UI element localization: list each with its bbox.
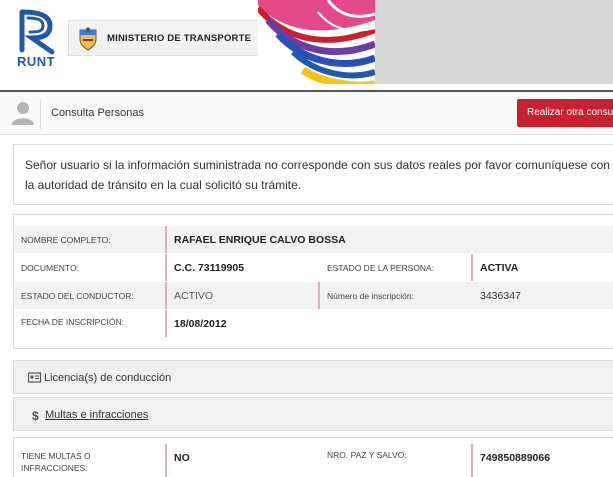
row-nombre: NOMBRE COMPLETO: RAFAEL ENRIQUE CALVO BO…	[15, 226, 613, 253]
section-multas-link[interactable]: Multas e infracciones	[45, 409, 148, 421]
nombre-value: RAFAEL ENRIQUE CALVO BOSSA	[174, 234, 346, 246]
page-title: Consulta Personas	[51, 107, 144, 119]
estado-conductor-value: ACTIVO	[174, 290, 214, 302]
decorative-wave-art	[258, 0, 375, 84]
value-divider	[165, 310, 167, 337]
value-divider	[165, 444, 167, 477]
tiene-multas-value: NO	[174, 452, 190, 464]
person-data-card: NOMBRE COMPLETO: RAFAEL ENRIQUE CALVO BO…	[13, 214, 613, 349]
runt-logo-text: RUNT	[17, 54, 56, 69]
row-fecha: FECHA DE INSCRIPCIÓN: 18/08/2012	[15, 310, 613, 337]
tiene-multas-label-line2: INFRACCIONES:	[21, 463, 88, 473]
value-divider	[165, 282, 167, 309]
tiene-multas-label: TIENE MULTAS O INFRACCIONES:	[21, 450, 91, 474]
id-card-icon	[28, 372, 42, 383]
colombia-shield-icon	[79, 27, 97, 51]
estado-persona-value: ACTIVA	[480, 262, 519, 274]
value-divider	[471, 254, 473, 281]
documento-label: DOCUMENTO:	[21, 263, 79, 273]
section-licencias[interactable]: Licencia(s) de conducción	[13, 360, 613, 394]
toolbar-separator	[40, 99, 41, 129]
value-divider	[318, 282, 320, 309]
paz-salvo-value: 749850889066	[480, 452, 551, 464]
documento-value: C.C. 73119905	[174, 262, 245, 274]
section-multas[interactable]: $ Multas e infracciones	[13, 397, 613, 431]
nombre-label: NOMBRE COMPLETO:	[21, 235, 111, 245]
value-divider	[165, 226, 167, 253]
site-header: RUNT MINISTERIO DE TRANSPORTE	[0, 0, 613, 90]
page-toolbar: Consulta Personas Realizar otra consult	[0, 92, 613, 135]
value-divider	[471, 444, 473, 477]
numero-inscripcion-label: Número de inscripción:	[327, 291, 414, 301]
tiene-multas-label-line1: TIENE MULTAS O	[21, 451, 91, 461]
header-background-panel	[375, 0, 613, 84]
dollar-icon: $	[32, 409, 39, 421]
section-licencias-label: Licencia(s) de conducción	[44, 372, 172, 384]
ministry-banner: MINISTERIO DE TRANSPORTE	[68, 20, 260, 56]
estado-conductor-label: ESTADO DEL CONDUCTOR:	[21, 291, 134, 301]
fecha-inscripcion-value: 18/08/2012	[174, 318, 227, 330]
row-documento: DOCUMENTO: C.C. 73119905 ESTADO DE LA PE…	[15, 254, 613, 281]
numero-inscripcion-value: 3436347	[480, 290, 521, 302]
row-conductor: ESTADO DEL CONDUCTOR: ACTIVO Número de i…	[15, 282, 613, 309]
user-icon	[12, 102, 34, 125]
svg-text:$: $	[32, 409, 39, 421]
estado-persona-label: ESTADO DE LA PERSONA:	[327, 263, 435, 273]
new-query-button[interactable]: Realizar otra consult	[517, 99, 613, 127]
notice-panel: Señor usuario si la información suminist…	[13, 144, 613, 205]
fecha-inscripcion-label: FECHA DE INSCRIPCIÓN:	[21, 317, 124, 327]
value-divider	[165, 254, 167, 281]
notice-line-1: Señor usuario si la información suminist…	[25, 158, 610, 172]
paz-salvo-label: NRO. PAZ Y SALVO:	[327, 450, 407, 460]
ministry-name: MINISTERIO DE TRANSPORTE	[107, 33, 252, 44]
multas-data-card: TIENE MULTAS O INFRACCIONES: NO NRO. PAZ…	[13, 437, 613, 477]
notice-line-2: la autoridad de tránsito en la cual soli…	[25, 178, 302, 192]
